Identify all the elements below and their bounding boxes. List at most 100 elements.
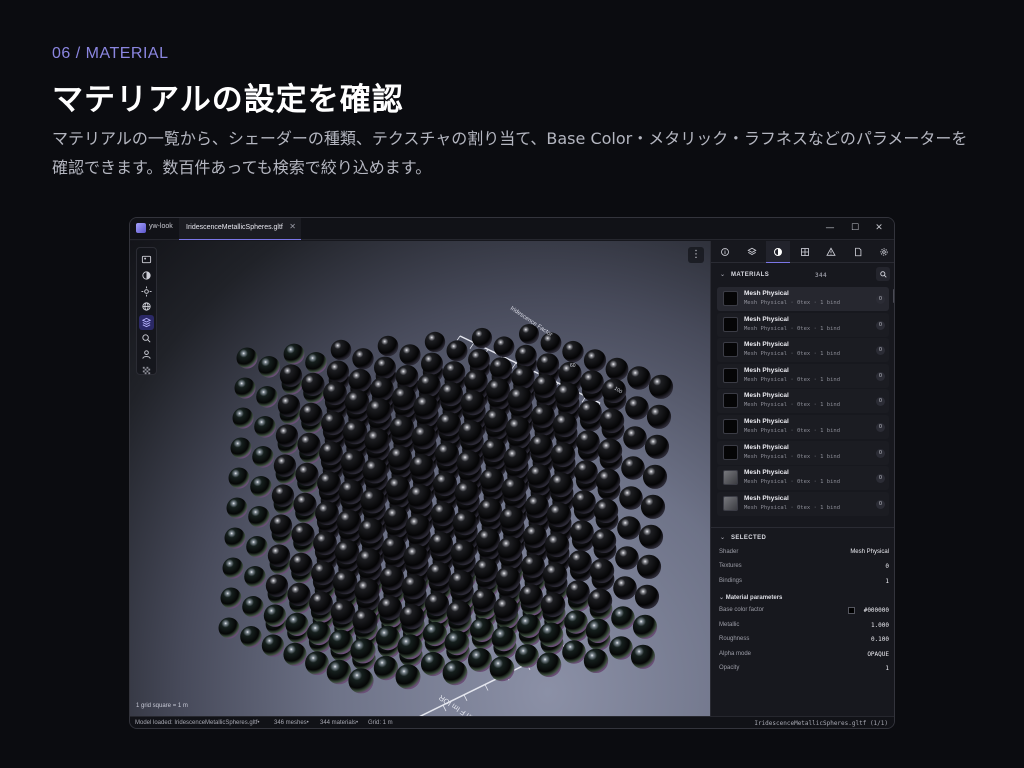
sphere bbox=[470, 618, 494, 642]
tab-info[interactable] bbox=[713, 241, 737, 263]
sphere bbox=[426, 561, 452, 587]
sphere bbox=[242, 596, 264, 618]
layers-icon bbox=[746, 247, 757, 255]
sphere bbox=[226, 497, 248, 519]
sphere bbox=[636, 554, 662, 579]
material-row[interactable]: Mesh Physical Mesh Physical · 0tex · 1 bi… bbox=[717, 491, 889, 516]
sphere bbox=[501, 476, 527, 502]
material-row[interactable]: Mesh Physical Mesh Physical · 0tex · 1 bi… bbox=[717, 312, 889, 337]
maximize-button[interactable]: ☐ bbox=[848, 221, 862, 235]
toolbar-search-button[interactable] bbox=[139, 331, 154, 346]
materials-scrollbar[interactable] bbox=[893, 289, 894, 303]
sphere bbox=[385, 475, 411, 501]
material-name: Mesh Physical bbox=[744, 366, 789, 374]
inspector-panel: ⌄ MATERIALS 344 Mesh Physical Mesh Physic… bbox=[710, 241, 894, 716]
warning-icon bbox=[826, 247, 836, 256]
page-description: マテリアルの一覧から、シェーダーの種類、テクスチャの割り当て、Base Colo… bbox=[52, 129, 968, 177]
sphere bbox=[356, 548, 382, 574]
toolbar-cube-stack-button[interactable] bbox=[139, 315, 154, 331]
material-summary: Mesh Physical · 0tex · 1 bind bbox=[744, 427, 841, 434]
toolbar-image-button[interactable] bbox=[139, 252, 154, 267]
material-row[interactable]: Mesh Physical Mesh Physical · 0tex · 1 bi… bbox=[717, 466, 889, 491]
material-row[interactable]: Mesh Physical Mesh Physical · 0tex · 1 bi… bbox=[717, 440, 889, 465]
material-name: Mesh Physical bbox=[744, 443, 789, 451]
toolbar-checker-button[interactable] bbox=[139, 363, 154, 378]
tab-layers[interactable] bbox=[740, 241, 764, 263]
sphere bbox=[634, 584, 660, 609]
material-summary: Mesh Physical · 0tex · 1 bind bbox=[744, 351, 841, 358]
prop-bindings: Bindings 1 bbox=[719, 576, 889, 588]
sphere bbox=[309, 591, 333, 616]
sphere bbox=[533, 374, 557, 398]
tab-gear[interactable] bbox=[872, 241, 894, 263]
chevron-down-icon: ⌄ bbox=[720, 534, 726, 541]
prop-alpha-mode-label: Alpha mode bbox=[719, 651, 752, 657]
toolbar-sun-button[interactable] bbox=[139, 284, 154, 299]
tab-file[interactable] bbox=[846, 241, 870, 263]
more-options-button[interactable]: ⋮ bbox=[688, 247, 704, 263]
sphere bbox=[246, 536, 268, 558]
search-materials-button[interactable] bbox=[876, 267, 890, 281]
material-row[interactable]: Mesh Physical Mesh Physical · 0tex · 1 bi… bbox=[717, 389, 889, 414]
sphere bbox=[391, 385, 417, 411]
sphere bbox=[299, 402, 323, 426]
sphere bbox=[230, 437, 252, 459]
sphere bbox=[583, 648, 609, 673]
sphere bbox=[373, 655, 399, 681]
sphere bbox=[340, 449, 366, 475]
tab-texture[interactable] bbox=[793, 241, 817, 263]
materials-section-header[interactable]: ⌄ MATERIALS 344 bbox=[711, 267, 894, 283]
material-swatch bbox=[723, 316, 738, 332]
toolbar-globe-button[interactable] bbox=[139, 299, 154, 314]
prop-shader: Shader Mesh Physical bbox=[719, 547, 889, 559]
sphere bbox=[615, 546, 639, 570]
material-parameters-header[interactable]: ⌄ Material parameters bbox=[719, 594, 782, 601]
sphere bbox=[297, 432, 321, 456]
sphere bbox=[499, 506, 525, 532]
sphere bbox=[315, 501, 339, 526]
sphere bbox=[244, 566, 266, 588]
sphere bbox=[583, 349, 607, 372]
sphere bbox=[319, 441, 343, 466]
sphere bbox=[436, 411, 462, 437]
sphere bbox=[424, 591, 450, 617]
material-usage-badge: 0 bbox=[876, 448, 885, 458]
material-row[interactable]: Mesh Physical Mesh Physical · 0tex · 1 bi… bbox=[717, 414, 889, 439]
sphere bbox=[275, 424, 299, 447]
sphere bbox=[442, 660, 468, 686]
sphere bbox=[279, 364, 303, 387]
sphere bbox=[285, 612, 309, 636]
sphere bbox=[240, 626, 262, 648]
file-tab[interactable]: IridescenceMetallicSpheres.gltf ✕ bbox=[179, 218, 301, 240]
material-row[interactable]: Mesh Physical Mesh Physical · 0tex · 1 bi… bbox=[717, 287, 889, 311]
sphere bbox=[519, 584, 543, 608]
sphere bbox=[452, 510, 478, 536]
sphere bbox=[420, 651, 446, 677]
selected-title: SELECTED bbox=[731, 535, 767, 541]
base-color-swatch[interactable] bbox=[848, 607, 855, 614]
sphere bbox=[277, 394, 301, 417]
material-name: Mesh Physical bbox=[744, 417, 789, 425]
material-row[interactable]: Mesh Physical Mesh Physical · 0tex · 1 bi… bbox=[717, 338, 889, 363]
close-tab-icon[interactable]: ✕ bbox=[289, 222, 296, 231]
sphere bbox=[544, 532, 570, 558]
material-row[interactable]: Mesh Physical Mesh Physical · 0tex · 1 bi… bbox=[717, 363, 889, 388]
sphere bbox=[497, 536, 523, 562]
3d-viewport[interactable]: Iridescence Factor 60 100 Thin F Im IOR … bbox=[130, 241, 710, 716]
material-swatch bbox=[723, 393, 738, 409]
sphere bbox=[489, 656, 515, 682]
tab-material[interactable] bbox=[766, 241, 790, 263]
selected-section-header[interactable]: ⌄ SELECTED bbox=[711, 530, 894, 546]
close-window-button[interactable]: ✕ bbox=[872, 221, 886, 235]
sphere bbox=[377, 335, 399, 357]
info-icon bbox=[721, 248, 729, 256]
toolbar-person-button[interactable] bbox=[139, 347, 154, 362]
material-icon bbox=[774, 247, 782, 256]
sphere bbox=[562, 340, 584, 363]
minimize-button[interactable]: — bbox=[823, 221, 837, 235]
tab-warning[interactable] bbox=[819, 241, 843, 263]
sphere bbox=[515, 644, 539, 668]
toolbar-sphere-outline-button[interactable] bbox=[139, 268, 154, 283]
sphere bbox=[576, 430, 600, 454]
material-summary: Mesh Physical · 0tex · 1 bind bbox=[744, 453, 841, 460]
